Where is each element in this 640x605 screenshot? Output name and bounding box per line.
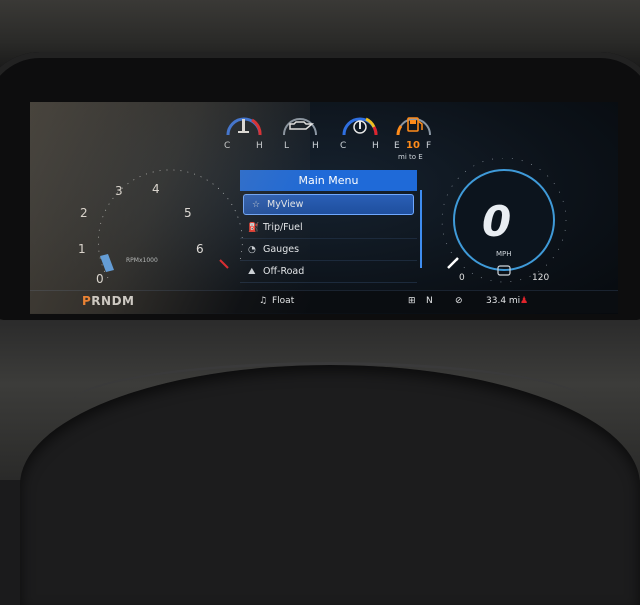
fuel-range-value: 10 bbox=[406, 140, 420, 151]
instrument-cluster-screen: C H L H C H E 10 F mi to E 0 1 2 3 4 5 6… bbox=[30, 102, 618, 314]
oil-pressure-gauge: L H bbox=[278, 107, 322, 153]
menu-item-off-road[interactable]: ⛰ Off-Road bbox=[240, 261, 417, 283]
media-title: Float bbox=[272, 296, 295, 306]
fuel-empty-label: E bbox=[394, 141, 400, 151]
tach-tick-2: 2 bbox=[80, 206, 88, 220]
tach-tick-3: 3 bbox=[115, 184, 123, 198]
fuel-full-label: F bbox=[426, 141, 432, 151]
off-road-icon: ⛰ bbox=[248, 267, 256, 277]
menu-item-gauges[interactable]: ◔ Gauges bbox=[240, 239, 417, 261]
trans-temp-icon bbox=[353, 120, 367, 134]
speed-value: 0 bbox=[482, 197, 512, 246]
speed-unit: MPH bbox=[496, 250, 512, 258]
tach-tick-1: 1 bbox=[78, 242, 86, 256]
menu-item-label: MyView bbox=[267, 199, 304, 210]
star-icon: ☆ bbox=[252, 200, 261, 210]
fuel-range-unit: mi to E bbox=[398, 153, 423, 161]
music-note-icon: ♫ bbox=[259, 296, 268, 306]
tach-tick-4: 4 bbox=[152, 182, 160, 196]
oil-high-label: H bbox=[312, 141, 319, 151]
trans-cold-label: C bbox=[340, 141, 347, 151]
coolant-temp-gauge: C H bbox=[222, 107, 266, 153]
drive-mode-icon: ⊞ bbox=[408, 296, 416, 306]
tach-tick-0: 0 bbox=[96, 272, 104, 286]
main-menu: Main Menu ☆ MyView ⛽ Trip/Fuel ◔ Gauges ⛰ Of… bbox=[240, 170, 417, 283]
menu-scrollbar[interactable] bbox=[420, 190, 422, 268]
trans-hot-label: H bbox=[372, 141, 379, 151]
tach-tick-5: 5 bbox=[184, 206, 192, 220]
coolant-hot-label: H bbox=[256, 141, 263, 151]
menu-item-label: Trip/Fuel bbox=[263, 222, 303, 233]
gear-indicator: PRNDM bbox=[82, 294, 134, 308]
oil-pressure-icon bbox=[289, 121, 315, 130]
speed-min-label: 0 bbox=[459, 273, 465, 283]
range-value: 33.4 mi bbox=[486, 296, 521, 306]
gear-options: RNDM bbox=[91, 294, 135, 308]
status-bar: PRNDM ♫ Float ⊞ N ⊘ 33.4 mi ♟ bbox=[30, 290, 618, 313]
coolant-cold-label: C bbox=[224, 141, 231, 151]
oil-low-label: L bbox=[284, 141, 290, 151]
tachometer: 0 1 2 3 4 5 6 RPMx1000 bbox=[70, 160, 260, 300]
auto-start-stop-icon: ⊘ bbox=[455, 296, 463, 306]
tach-unit-label: RPMx1000 bbox=[126, 257, 158, 264]
tach-tick-6: 6 bbox=[196, 242, 204, 256]
trans-temp-gauge: C H bbox=[338, 107, 382, 153]
drive-mode-label: N bbox=[426, 296, 433, 306]
gear-active: P bbox=[82, 294, 92, 308]
gauge-icon: ◔ bbox=[248, 245, 256, 255]
menu-item-myview[interactable]: ☆ MyView bbox=[243, 194, 414, 215]
menu-item-label: Gauges bbox=[263, 244, 300, 255]
menu-item-trip-fuel[interactable]: ⛽ Trip/Fuel bbox=[240, 217, 417, 239]
menu-item-label: Off-Road bbox=[263, 266, 305, 277]
main-menu-title: Main Menu bbox=[240, 170, 417, 191]
fuel-gauge: E 10 F mi to E bbox=[392, 107, 442, 161]
seatbelt-warning-icon: ♟ bbox=[520, 296, 529, 306]
fuel-pump-icon: ⛽ bbox=[248, 223, 260, 233]
speed-max-label: 120 bbox=[532, 273, 550, 283]
